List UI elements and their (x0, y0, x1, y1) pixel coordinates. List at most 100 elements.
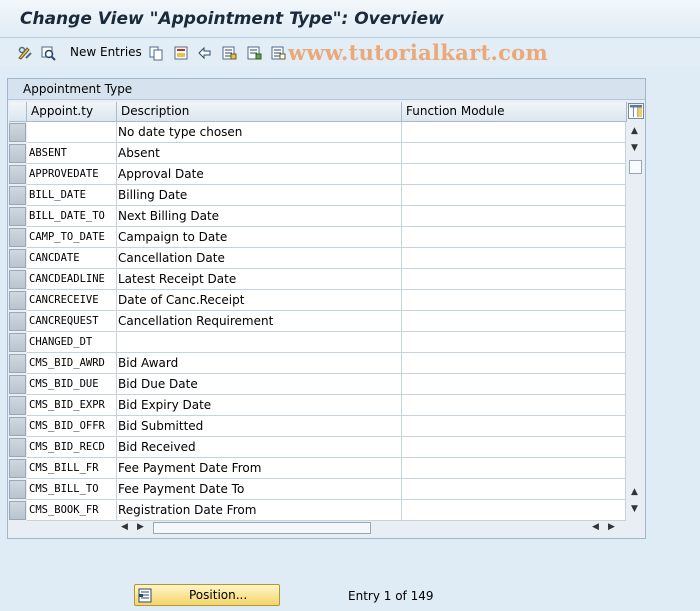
cell-appoint-ty: ABSENT (27, 143, 117, 164)
cell-appoint-ty: BILL_DATE (27, 185, 117, 206)
cell-appoint-ty: CAMP_TO_DATE (27, 227, 117, 248)
cell-description: No date type chosen (117, 122, 402, 143)
vertical-scrollbar[interactable]: ▲ ▼ ▲ ▼ (627, 122, 644, 515)
row-selector[interactable] (9, 207, 26, 226)
row-selector[interactable] (9, 165, 26, 184)
page-title: Change View "Appointment Type": Overview (20, 9, 444, 29)
cell-appoint-ty: BILL_DATE_TO (27, 206, 117, 227)
row-selector[interactable] (9, 459, 26, 478)
table-settings-icon[interactable] (628, 103, 644, 119)
cell-appoint-ty: CMS_BID_RECD (27, 437, 117, 458)
row-selector[interactable] (9, 291, 26, 310)
row-selector[interactable] (9, 480, 26, 499)
scroll-right-icon[interactable]: ▶ (137, 522, 144, 532)
scroll-up-icon[interactable]: ▲ (631, 127, 638, 136)
cell-function-module (402, 332, 626, 353)
entry-counter: Entry 1 of 149 (348, 589, 434, 603)
table-row: APPROVEDATE Approval Date (9, 164, 626, 185)
row-selector[interactable] (9, 270, 26, 289)
position-button[interactable]: Position... (134, 584, 280, 606)
select-all-icon[interactable] (221, 45, 237, 61)
column-header-description[interactable]: Description (117, 102, 402, 122)
table-row: BILL_DATE_TO Next Billing Date (9, 206, 626, 227)
cell-function-module (402, 395, 626, 416)
cell-function-module (402, 416, 626, 437)
cell-appoint-ty: CMS_BID_OFFR (27, 416, 117, 437)
cell-function-module (402, 290, 626, 311)
cell-appoint-ty: APPROVEDATE (27, 164, 117, 185)
cell-function-module (402, 479, 626, 500)
row-selector[interactable] (9, 438, 26, 457)
cell-description: Registration Date From (117, 500, 402, 521)
table-row: CMS_BID_AWRD Bid Award (9, 353, 626, 374)
row-selector[interactable] (9, 333, 26, 352)
cell-function-module (402, 437, 626, 458)
cell-function-module (402, 353, 626, 374)
cell-function-module (402, 458, 626, 479)
row-selector[interactable] (9, 312, 26, 331)
row-selector[interactable] (9, 417, 26, 436)
cell-description: Bid Submitted (117, 416, 402, 437)
position-icon (138, 588, 152, 603)
title-bar: Change View "Appointment Type": Overview (0, 0, 700, 38)
column-header-appoint-ty[interactable]: Appoint.ty (27, 102, 117, 122)
select-block-icon[interactable] (246, 45, 262, 61)
table-row: CMS_BID_RECD Bid Received (9, 437, 626, 458)
cell-description: Cancellation Requirement (117, 311, 402, 332)
row-selector[interactable] (9, 501, 26, 520)
table-row: CMS_BILL_TO Fee Payment Date To (9, 479, 626, 500)
row-selector[interactable] (9, 228, 26, 247)
deselect-all-icon[interactable] (270, 45, 286, 61)
cell-description: Date of Canc.Receipt (117, 290, 402, 311)
cell-appoint-ty: CMS_BID_EXPR (27, 395, 117, 416)
horizontal-scroll-thumb[interactable] (153, 522, 371, 534)
cell-function-module (402, 227, 626, 248)
other-view-icon[interactable] (40, 45, 56, 61)
row-selector[interactable] (9, 354, 26, 373)
cell-description: Bid Due Date (117, 374, 402, 395)
cell-appoint-ty: CMS_BILL_TO (27, 479, 117, 500)
row-selector[interactable] (9, 396, 26, 415)
row-selector[interactable] (9, 375, 26, 394)
cell-description: Billing Date (117, 185, 402, 206)
horizontal-scrollbar[interactable]: ◀ ▶ ◀ ▶ (117, 519, 627, 536)
row-selector[interactable] (9, 249, 26, 268)
cell-description: Approval Date (117, 164, 402, 185)
new-entries-button[interactable]: New Entries (70, 45, 142, 59)
scroll-page-up-icon[interactable]: ▲ (631, 488, 638, 497)
scroll-far-right-icon[interactable]: ▶ (608, 522, 615, 532)
cell-function-module (402, 500, 626, 521)
undo-icon[interactable] (196, 45, 212, 61)
row-selector[interactable] (9, 186, 26, 205)
cell-description: Cancellation Date (117, 248, 402, 269)
row-selector[interactable] (9, 123, 26, 142)
display-change-icon[interactable] (17, 45, 33, 61)
cell-appoint-ty: CMS_BOOK_FR (27, 500, 117, 521)
vertical-scroll-thumb[interactable] (629, 160, 642, 174)
scroll-down-icon[interactable]: ▼ (631, 144, 638, 153)
copy-icon[interactable] (148, 45, 164, 61)
scroll-left-icon[interactable]: ◀ (121, 522, 128, 532)
watermark-text: www.tutorialkart.com (288, 40, 548, 65)
table-row: CHANGED_DT (9, 332, 626, 353)
cell-appoint-ty: CANCDATE (27, 248, 117, 269)
cell-appoint-ty: CANCDEADLINE (27, 269, 117, 290)
cell-description: Fee Payment Date From (117, 458, 402, 479)
scroll-page-down-icon[interactable]: ▼ (631, 505, 638, 514)
scroll-far-left-icon[interactable]: ◀ (592, 522, 599, 532)
table-row: CMS_BID_EXPR Bid Expiry Date (9, 395, 626, 416)
cell-appoint-ty: CMS_BID_AWRD (27, 353, 117, 374)
table-row: CMS_BOOK_FR Registration Date From (9, 500, 626, 521)
save-delete-icon[interactable] (173, 45, 189, 61)
cell-function-module (402, 122, 626, 143)
column-header-function-module[interactable]: Function Module (402, 102, 627, 122)
cell-description: Bid Expiry Date (117, 395, 402, 416)
row-selector[interactable] (9, 144, 26, 163)
cell-function-module (402, 164, 626, 185)
select-all-rows-header[interactable] (9, 102, 27, 122)
cell-appoint-ty: CANCREQUEST (27, 311, 117, 332)
cell-function-module (402, 248, 626, 269)
cell-description: Absent (117, 143, 402, 164)
cell-function-module (402, 206, 626, 227)
table-row: CANCRECEIVE Date of Canc.Receipt (9, 290, 626, 311)
